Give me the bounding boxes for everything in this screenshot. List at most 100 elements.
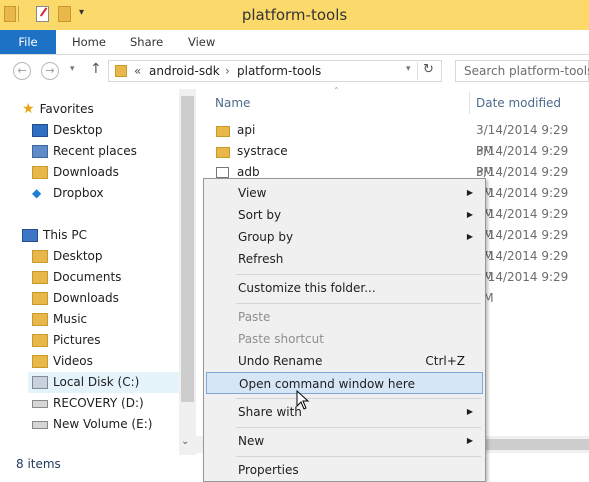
- menu-label: Refresh: [238, 252, 284, 266]
- menu-label: View: [238, 186, 267, 200]
- nav-item-pc-downloads[interactable]: Downloads: [32, 288, 119, 309]
- menu-label: Sort by: [238, 208, 282, 222]
- breadcrumb-android-sdk[interactable]: android-sdk: [149, 64, 220, 78]
- downloads-icon: [32, 166, 48, 179]
- menu-separator: [236, 303, 481, 304]
- file-list-scrollbar-thumb[interactable]: [486, 439, 589, 450]
- menu-label: Properties: [238, 463, 299, 477]
- menu-label: Customize this folder...: [238, 281, 376, 295]
- breadcrumb-platform-tools[interactable]: platform-tools: [237, 64, 321, 78]
- menu-label: Share with: [238, 405, 302, 419]
- menu-shortcut: Ctrl+Z: [425, 354, 465, 368]
- nav-label: Dropbox: [53, 186, 104, 200]
- nav-label: Music: [53, 312, 88, 326]
- navigation-pane: ★ Favorites Desktop Recent places Downloa…: [0, 89, 196, 455]
- nav-item-videos[interactable]: Videos: [32, 351, 93, 372]
- menu-separator: [236, 398, 481, 399]
- nav-item-recovery[interactable]: RECOVERY (D:): [32, 393, 144, 414]
- nav-label: Desktop: [53, 123, 103, 137]
- desktop-icon: [32, 124, 48, 137]
- submenu-arrow-icon: ▶: [466, 407, 473, 416]
- menu-label: Group by: [238, 230, 294, 244]
- address-dropdown-icon[interactable]: ▾: [406, 64, 411, 74]
- menu-item-share-with[interactable]: Share with ▶: [206, 401, 483, 423]
- menu-item-undo-rename[interactable]: Undo Rename Ctrl+Z: [206, 350, 483, 372]
- divider: [417, 62, 418, 80]
- drive-icon: [32, 420, 48, 429]
- file-name-systrace[interactable]: systrace: [237, 141, 288, 162]
- submenu-arrow-icon: ▶: [466, 210, 473, 219]
- menu-item-group-by[interactable]: Group by ▶: [206, 226, 483, 248]
- menu-label: New: [238, 434, 265, 448]
- nav-label: Documents: [53, 270, 122, 284]
- menu-separator: [236, 456, 481, 457]
- nav-item-pc-desktop[interactable]: Desktop: [32, 246, 103, 267]
- nav-item-local-disk[interactable]: Local Disk (C:): [28, 372, 182, 393]
- breadcrumb-overflow[interactable]: «: [134, 64, 141, 78]
- file-date: 3/14/2014 9:29 PM: [476, 270, 569, 305]
- menu-label: Paste: [238, 310, 271, 324]
- nav-favorites[interactable]: ★ Favorites: [22, 99, 94, 120]
- column-divider[interactable]: [469, 92, 470, 114]
- star-icon: ★: [22, 101, 35, 117]
- menu-item-new[interactable]: New ▶: [206, 430, 483, 452]
- menu-separator: [236, 274, 481, 275]
- tab-share[interactable]: Share: [130, 30, 163, 54]
- menu-item-customize-folder[interactable]: Customize this folder...: [206, 277, 483, 299]
- menu-item-open-command-window[interactable]: Open command window here: [206, 372, 483, 394]
- nav-item-downloads[interactable]: Downloads: [32, 162, 119, 183]
- nav-label: Desktop: [53, 249, 103, 263]
- nav-item-desktop[interactable]: Desktop: [32, 120, 103, 141]
- desktop-folder-icon: [32, 250, 48, 263]
- tab-home[interactable]: Home: [72, 30, 106, 54]
- nav-item-music[interactable]: Music: [32, 309, 87, 330]
- dropbox-icon: ◆: [32, 186, 42, 200]
- up-button[interactable]: ↑: [90, 61, 102, 77]
- refresh-icon[interactable]: ↻: [423, 62, 434, 77]
- search-box[interactable]: Search platform-tools: [455, 60, 589, 82]
- tab-view[interactable]: View: [188, 30, 215, 54]
- file-date: 3/14/2014 9:29 PM: [476, 207, 569, 242]
- nav-item-documents[interactable]: Documents: [32, 267, 121, 288]
- menu-item-properties[interactable]: Properties: [206, 459, 483, 481]
- nav-scrollbar-thumb[interactable]: [181, 96, 194, 402]
- menu-item-sort-by[interactable]: Sort by ▶: [206, 204, 483, 226]
- menu-label: Open command window here: [239, 377, 415, 391]
- file-date: 3/14/2014 9:29 PM: [476, 165, 569, 200]
- menu-item-refresh[interactable]: Refresh: [206, 248, 483, 270]
- nav-label: This PC: [43, 228, 87, 242]
- documents-icon: [32, 271, 48, 284]
- item-count: 8 items: [16, 457, 61, 471]
- window-title: platform-tools: [241, 6, 348, 24]
- tab-file[interactable]: File: [0, 30, 56, 54]
- forward-button[interactable]: →: [41, 62, 59, 80]
- column-header-name[interactable]: Name: [215, 96, 250, 110]
- menu-separator: [236, 427, 481, 428]
- nav-item-pictures[interactable]: Pictures: [32, 330, 101, 351]
- nav-item-dropbox[interactable]: ◆ Dropbox: [32, 183, 104, 204]
- drive-icon: [32, 399, 48, 408]
- column-header-date[interactable]: Date modified: [476, 96, 561, 110]
- videos-icon: [32, 355, 48, 368]
- computer-icon: [22, 229, 38, 242]
- nav-item-recent-places[interactable]: Recent places: [32, 141, 137, 162]
- nav-label: New Volume (E:): [53, 417, 153, 431]
- scroll-down-icon[interactable]: ⌄: [181, 436, 189, 447]
- nav-this-pc[interactable]: This PC: [22, 225, 87, 246]
- drive-windows-icon: [32, 376, 48, 389]
- file-name-api[interactable]: api: [237, 120, 255, 141]
- nav-item-new-volume[interactable]: New Volume (E:): [32, 414, 152, 435]
- search-input[interactable]: Search platform-tools: [464, 64, 589, 78]
- menu-item-view[interactable]: View ▶: [206, 182, 483, 204]
- submenu-arrow-icon: ▶: [466, 436, 473, 445]
- nav-label: Downloads: [53, 291, 119, 305]
- folder-icon: [216, 126, 230, 137]
- application-icon: [216, 167, 229, 178]
- recent-locations-button[interactable]: ▾: [70, 64, 75, 74]
- menu-item-paste-shortcut[interactable]: Paste shortcut: [206, 328, 483, 350]
- folder-icon: [216, 147, 230, 158]
- menu-item-paste[interactable]: Paste: [206, 306, 483, 328]
- back-button[interactable]: ←: [13, 62, 31, 80]
- address-bar[interactable]: « android-sdk › platform-tools ▾ ↻: [108, 60, 442, 82]
- recent-places-icon: [32, 145, 48, 158]
